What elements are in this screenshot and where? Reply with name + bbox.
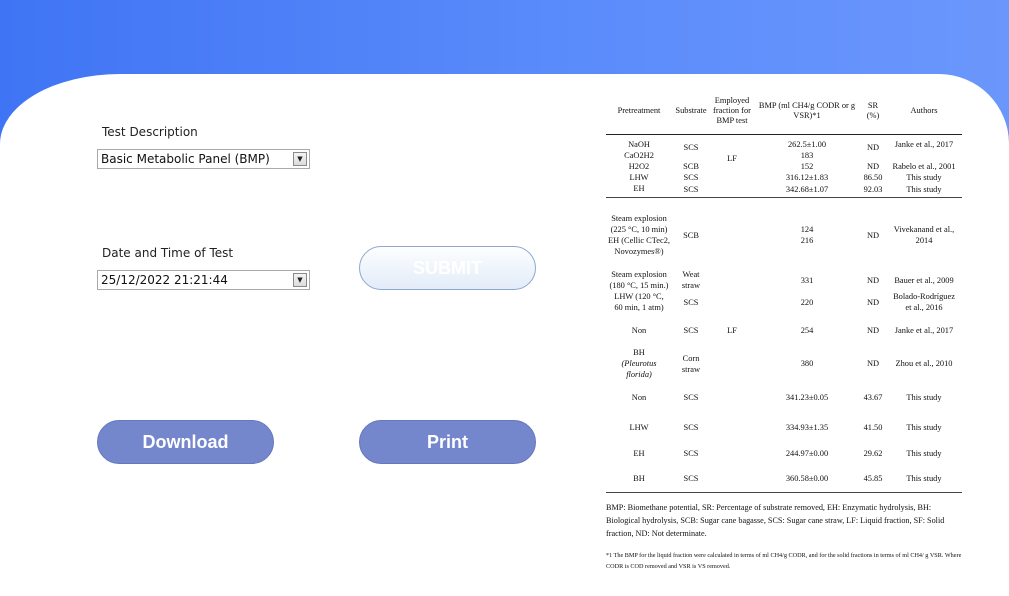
- cell-bmp: 342.68±1.07: [754, 182, 860, 198]
- table-row: BH SCS 360.58±0.00 45.85 This study: [606, 466, 962, 493]
- date-time-picker[interactable]: 25/12/2022 21:21:44 ▼: [97, 270, 310, 290]
- table-row: Non SCS 341.23±0.05 43.67 This study: [631, 392, 942, 402]
- cell-pretreatment: CaO2H2: [624, 150, 654, 160]
- header-bmp: BMP (ml CH4/g CODR or g VSR)*1: [754, 88, 860, 135]
- table-row: Steam explosion (180 °C, 15 min.) Weat str…: [609, 270, 954, 290]
- cell-authors: This study: [906, 172, 942, 182]
- cell-pretreatment: NaOH: [628, 139, 650, 149]
- cell-pretreatment: LHW: [629, 172, 649, 182]
- chevron-down-icon[interactable]: ▼: [293, 152, 307, 166]
- cell-substrate: SCB: [683, 161, 699, 171]
- cell-bmp: 316.12±1.83: [785, 172, 829, 182]
- header-pretreatment: Pretreatment: [606, 88, 672, 135]
- header-substrate: Substrate: [672, 88, 710, 135]
- table-row: Non SCS LF 254 ND Janke et al., 2017: [631, 325, 954, 335]
- table-footnote: *1 The BMP for the liquid fraction were …: [606, 551, 962, 570]
- cell-authors: Janke et al., 2017: [894, 139, 954, 149]
- table-row: Steam explosion (225 °C, 10 min) EH (Celli…: [608, 214, 955, 256]
- cell-sr: 86.50: [863, 172, 883, 182]
- table-row: EH SCS 342.68±1.07 92.03 This study: [606, 182, 962, 198]
- cell-authors: Rabelo et al., 2001: [892, 161, 956, 171]
- cell-authors: This study: [886, 182, 962, 198]
- chevron-down-icon[interactable]: ▼: [293, 273, 307, 287]
- table-notes: BMP: Biomethane potential, SR: Percentag…: [606, 502, 945, 538]
- table-row: LHW SCS 334.93±1.35 41.50 This study: [629, 422, 942, 432]
- table-row: LHW (120 °C, 60 min, 1 atm) SCS 220 ND Bo…: [614, 292, 955, 312]
- table-row: BH (Pleurotus florida) Corn straw 380 ND Z…: [621, 348, 953, 379]
- cell-bmp: 183: [800, 150, 814, 160]
- test-description-label: Test Description: [102, 125, 198, 139]
- submit-button[interactable]: SUBMIT: [359, 246, 536, 290]
- results-table-figure: Pretreatment Substrate Employed fraction…: [606, 88, 962, 572]
- cell-pretreatment: H2O2: [628, 161, 650, 171]
- header-authors: Authors: [886, 88, 962, 135]
- cell-substrate: SCS: [672, 182, 710, 198]
- table-row: EH SCS 244.97±0.00 29.62 This study: [633, 448, 942, 458]
- results-table: Pretreatment Substrate Employed fraction…: [606, 88, 962, 493]
- cell-sr: 92.03: [860, 182, 886, 198]
- table-row: NaOH CaO2H2 SCS LF 262.5±1.00 183 ND Janke…: [606, 134, 962, 164]
- cell-bmp: 262.5±1.00: [787, 139, 827, 149]
- cell-substrate: SCS: [683, 143, 699, 152]
- header-fraction: Employed fraction for BMP test: [710, 88, 754, 135]
- table-row: LHW SCS 316.12±1.83 86.50 This study: [606, 172, 962, 183]
- print-button[interactable]: Print: [359, 420, 536, 464]
- test-description-select[interactable]: Basic Metabolic Panel (BMP) ▼: [97, 149, 310, 169]
- table-header-row: Pretreatment Substrate Employed fraction…: [606, 88, 962, 135]
- cell-sr: ND: [866, 161, 880, 171]
- table-row: H2O2 SCB 152 ND Rabelo et al., 2001: [606, 161, 962, 172]
- cell-sr: ND: [866, 143, 880, 152]
- cell-pretreatment: EH: [606, 182, 672, 198]
- test-description-value: Basic Metabolic Panel (BMP): [101, 152, 270, 166]
- download-button[interactable]: Download: [97, 420, 274, 464]
- date-time-value: 25/12/2022 21:21:44: [101, 273, 228, 287]
- cell-fraction: LF: [727, 154, 737, 163]
- header-sr: SR (%): [860, 88, 886, 135]
- date-label: Date and Time of Test: [102, 246, 234, 260]
- cell-substrate: SCS: [683, 172, 699, 182]
- cell-bmp: 152: [800, 161, 814, 171]
